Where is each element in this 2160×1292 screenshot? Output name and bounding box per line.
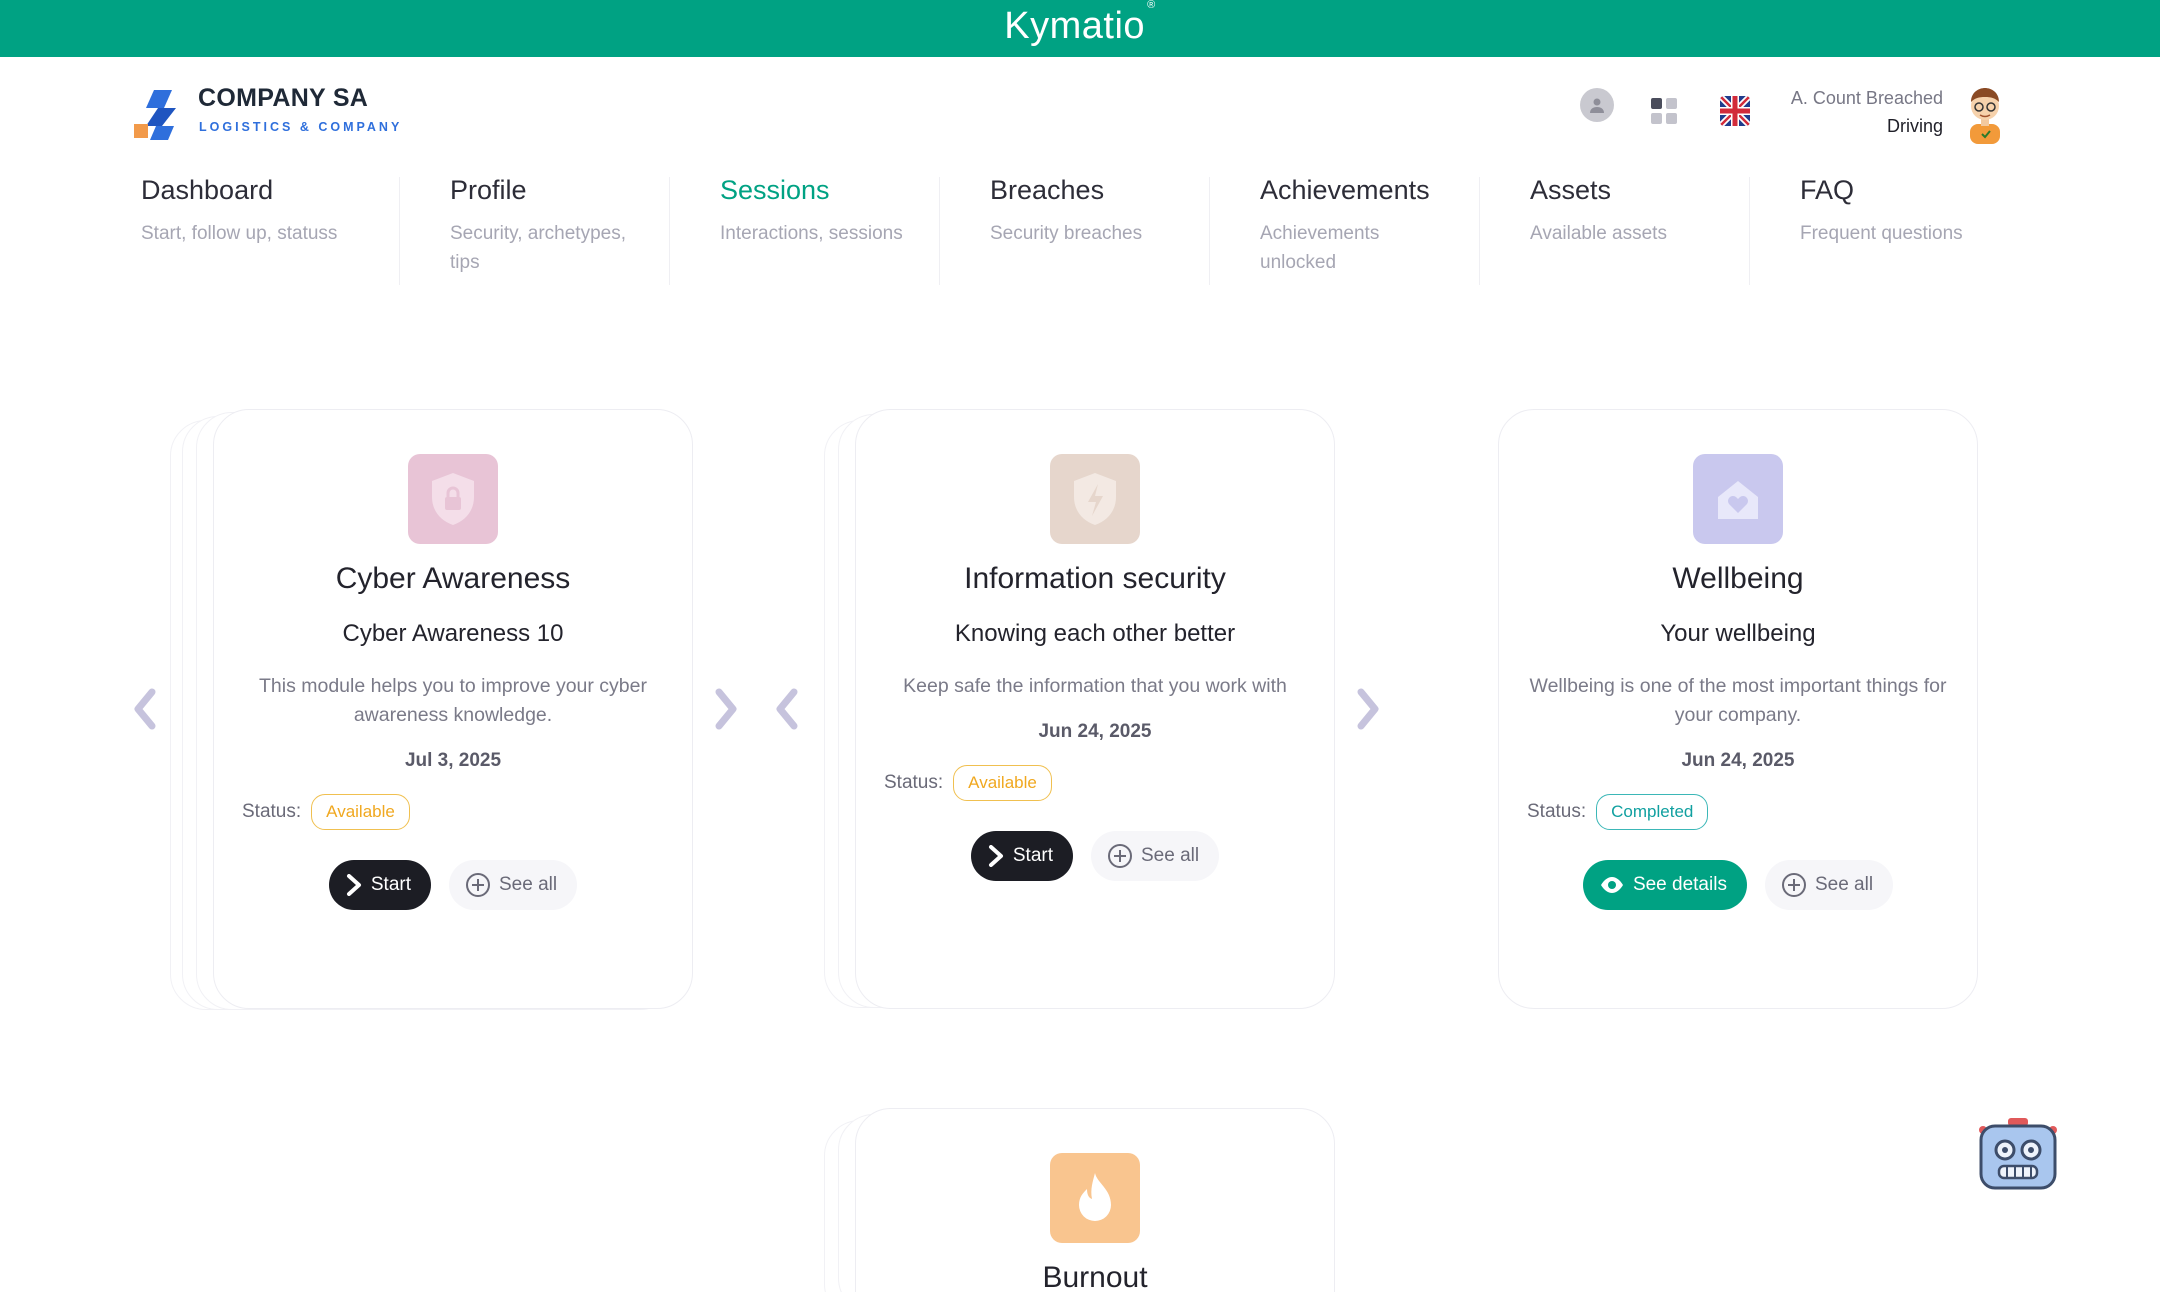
status-badge: Available	[311, 794, 410, 830]
nav-profile[interactable]: Profile Security, archetypes, tips	[429, 175, 650, 285]
status-label: Status:	[1527, 801, 1587, 822]
start-button-label: Start	[370, 874, 411, 895]
card-status-row: Status: Available	[856, 765, 1334, 801]
start-button[interactable]: Start	[970, 831, 1073, 881]
card-actions: See details See all	[1499, 860, 1977, 910]
company-logo[interactable]: COMPANY SA LOGISTICS & COMPANY	[134, 82, 414, 142]
start-button-label: Start	[1012, 845, 1053, 866]
nav-title: FAQ	[1800, 175, 1855, 205]
card-category: Information security	[964, 562, 1226, 595]
card-date: Jun 24, 2025	[1038, 721, 1152, 742]
nav-subtitle: Start, follow up, statuss	[141, 223, 338, 244]
nav-sessions[interactable]: Sessions Interactions, sessions	[699, 175, 920, 285]
company-name: COMPANY SA	[198, 84, 369, 112]
nav-subtitle: Available assets	[1530, 223, 1667, 244]
see-details-button[interactable]: See details	[1582, 860, 1747, 910]
nav-subtitle: Achievements unlocked	[1260, 223, 1380, 273]
see-details-button-label: See details	[1632, 874, 1727, 895]
chevron-right-icon	[988, 845, 1003, 867]
card-date: Jul 3, 2025	[404, 750, 502, 771]
card-status-row: Status: Completed	[1499, 794, 1977, 830]
nav-divider	[939, 177, 940, 285]
card-category: Cyber Awareness	[335, 562, 571, 595]
nav-title: Sessions	[720, 175, 830, 205]
brand-name: Kymatio ®	[1004, 0, 1156, 47]
nav-assets[interactable]: Assets Available assets	[1509, 175, 1730, 285]
nav-title: Achievements	[1260, 175, 1430, 205]
see-all-button[interactable]: See all	[1764, 860, 1894, 910]
nav-title: Profile	[450, 175, 527, 205]
card-category: Burnout	[1042, 1261, 1148, 1292]
status-badge: Available	[953, 765, 1052, 801]
see-all-button[interactable]: See all	[449, 860, 578, 910]
session-card-burnout: Burnout	[855, 1108, 1335, 1292]
see-all-button-label: See all	[499, 874, 558, 895]
card-date: Jun 24, 2025	[1681, 750, 1795, 771]
status-label: Status:	[242, 801, 302, 822]
card-actions: Start See all	[856, 831, 1334, 881]
main-navigation: Dashboard Start, follow up, statuss Prof…	[120, 175, 2040, 285]
nav-divider	[1209, 177, 1210, 285]
plus-circle-icon	[1108, 844, 1132, 868]
see-all-button-label: See all	[1814, 874, 1874, 895]
nav-subtitle: Security, archetypes, tips	[450, 223, 627, 273]
plus-circle-icon	[466, 873, 490, 897]
nav-divider	[669, 177, 670, 285]
see-all-button-label: See all	[1141, 845, 1200, 866]
start-button[interactable]: Start	[328, 860, 431, 910]
company-tagline: LOGISTICS & COMPANY	[199, 120, 403, 134]
status-label: Status:	[884, 772, 944, 793]
next-arrow-icon[interactable]	[1353, 686, 1383, 732]
nav-subtitle: Interactions, sessions	[720, 223, 903, 244]
card-description: Wellbeing is one of the most important t…	[1529, 675, 1947, 726]
nav-title: Breaches	[990, 175, 1105, 205]
uk-flag-icon[interactable]	[1720, 96, 1750, 126]
status-badge: Completed	[1596, 794, 1709, 830]
session-card-information-security: Information security Knowing each other …	[855, 409, 1335, 1009]
see-all-button[interactable]: See all	[1091, 831, 1220, 881]
chatbot-robot-icon[interactable]	[1975, 1118, 2061, 1190]
card-module-title: Your wellbeing	[1660, 620, 1816, 647]
card-module-title: Knowing each other better	[954, 620, 1236, 647]
profile-icon[interactable]	[1580, 88, 1614, 122]
user-info[interactable]: A. Count Breached Driving	[1791, 88, 1943, 137]
nav-subtitle: Frequent questions	[1800, 223, 1963, 244]
nav-breaches[interactable]: Breaches Security breaches	[969, 175, 1190, 285]
card-description: Keep safe the information that you work …	[903, 675, 1287, 697]
card-status-row: Status: Available	[214, 794, 692, 830]
company-logo-mark-icon	[134, 90, 176, 140]
session-card-wellbeing: Wellbeing Your wellbeing Wellbeing is on…	[1498, 409, 1978, 1009]
nav-dashboard[interactable]: Dashboard Start, follow up, statuss	[120, 175, 341, 285]
apps-grid-icon[interactable]	[1650, 97, 1678, 125]
user-avatar[interactable]	[1962, 82, 2008, 144]
shield-bolt-icon	[1050, 454, 1140, 544]
chevron-right-icon	[346, 874, 361, 896]
top-brand-bar: Kymatio ®	[0, 0, 2160, 57]
card-description: This module helps you to improve your cy…	[258, 675, 647, 726]
user-name: A. Count Breached	[1790, 88, 1943, 108]
previous-arrow-icon[interactable]	[130, 686, 160, 732]
flame-icon	[1050, 1153, 1140, 1243]
card-actions: Start See all	[214, 860, 692, 910]
house-heart-icon	[1693, 454, 1783, 544]
nav-divider	[1749, 177, 1750, 285]
card-category: Wellbeing	[1672, 562, 1804, 595]
nav-divider	[399, 177, 400, 285]
nav-faq[interactable]: FAQ Frequent questions	[1779, 175, 2000, 285]
nav-divider	[1479, 177, 1480, 285]
eye-icon	[1600, 877, 1623, 893]
shield-lock-icon	[408, 454, 498, 544]
user-role: Driving	[1886, 116, 1943, 136]
session-card-cyber-awareness: Cyber Awareness Cyber Awareness 10 This …	[213, 409, 693, 1009]
card-module-title: Cyber Awareness 10	[342, 620, 564, 647]
nav-title: Assets	[1530, 175, 1612, 205]
plus-circle-icon	[1781, 873, 1806, 897]
nav-title: Dashboard	[141, 175, 274, 205]
nav-subtitle: Security breaches	[990, 223, 1143, 244]
nav-achievements[interactable]: Achievements Achievements unlocked	[1239, 175, 1460, 285]
previous-arrow-icon[interactable]	[772, 686, 802, 732]
next-arrow-icon[interactable]	[711, 686, 741, 732]
